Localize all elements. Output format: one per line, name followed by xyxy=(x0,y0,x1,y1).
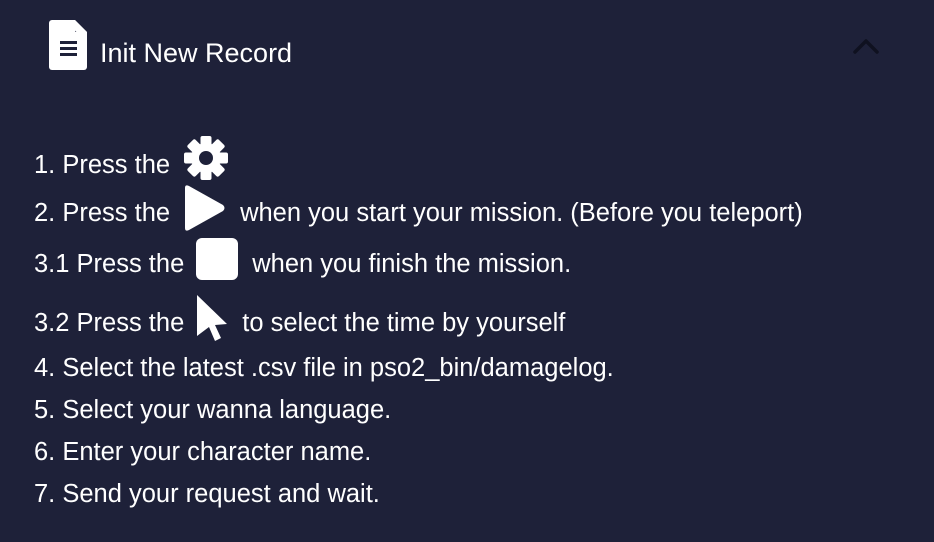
step-6: 6. Enter your character name. xyxy=(34,436,371,468)
panel-title: Init New Record xyxy=(100,38,293,68)
step-text: 6. Enter your character name. xyxy=(34,438,372,466)
step-text: 3.2 Press the xyxy=(34,309,185,337)
step-3-2: 3.2 Press the to select the time by your… xyxy=(34,295,566,344)
cursor-icon xyxy=(196,294,228,344)
step-1: 1. Press the xyxy=(34,136,244,182)
step-2: 2. Press the when you start your mission… xyxy=(34,185,803,232)
chevron-up-icon xyxy=(853,39,879,54)
step-text: 1. Press the xyxy=(34,151,171,179)
step-3-1: 3.1 Press the when you finish the missio… xyxy=(34,238,572,280)
step-text: 5. Select your wanna language. xyxy=(34,396,392,424)
step-text-after: when you finish the mission. xyxy=(252,250,572,278)
step-text-after: when you start your mission. (Before you… xyxy=(240,199,803,227)
panel-header: Init New Record xyxy=(0,0,934,110)
gear-icon xyxy=(182,134,230,182)
step-7: 7. Send your request and wait. xyxy=(34,478,380,510)
stop-icon xyxy=(196,238,239,280)
step-5: 5. Select your wanna language. xyxy=(34,394,391,426)
step-text: 3.1 Press the xyxy=(34,250,185,278)
document-icon xyxy=(49,20,87,70)
step-text: 7. Send your request and wait. xyxy=(34,480,380,508)
step-text-after: to select the time by yourself xyxy=(242,309,566,337)
collapse-toggle[interactable] xyxy=(850,32,882,58)
step-text: 4. Select the latest .csv file in pso2_b… xyxy=(34,354,614,382)
step-text: 2. Press the xyxy=(34,199,171,227)
step-4: 4. Select the latest .csv file in pso2_b… xyxy=(34,352,614,384)
play-icon xyxy=(182,184,226,232)
